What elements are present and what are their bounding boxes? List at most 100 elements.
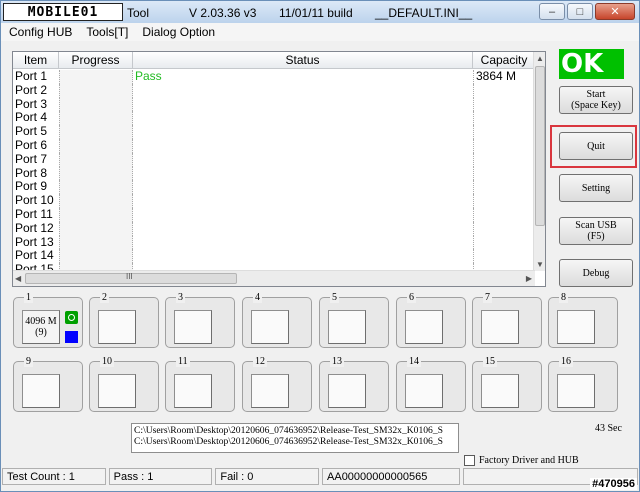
column-status[interactable]: Status bbox=[133, 52, 473, 68]
maximize-button[interactable]: □ bbox=[567, 3, 593, 20]
port-slot[interactable]: 4 bbox=[242, 292, 312, 348]
port-slot[interactable]: 8 bbox=[548, 292, 618, 348]
table-row[interactable]: Port 4 bbox=[13, 110, 535, 126]
debug-button[interactable]: Debug bbox=[559, 259, 633, 287]
column-progress[interactable]: Progress bbox=[59, 52, 133, 68]
status-blue-icon bbox=[65, 331, 78, 343]
setting-button[interactable]: Setting bbox=[559, 174, 633, 202]
port-slot[interactable]: 14 bbox=[396, 356, 466, 412]
port-slot[interactable]: 3 bbox=[165, 292, 235, 348]
factory-driver-option[interactable]: Factory Driver and HUB bbox=[464, 455, 579, 466]
port-drive[interactable] bbox=[481, 310, 519, 344]
port-slot[interactable]: 5 bbox=[319, 292, 389, 348]
port-drive[interactable] bbox=[328, 374, 366, 408]
row-progress bbox=[59, 83, 133, 98]
table-row[interactable]: Port 12 bbox=[13, 221, 535, 236]
port-drive[interactable] bbox=[328, 310, 366, 344]
port-slot[interactable]: 12 bbox=[242, 356, 312, 412]
port-drive[interactable] bbox=[174, 310, 212, 344]
row-item: Port 13 bbox=[15, 234, 54, 249]
table-row[interactable]: Port 11 bbox=[13, 207, 535, 222]
table-row[interactable]: Port 9 bbox=[13, 179, 535, 195]
port-drive[interactable] bbox=[251, 310, 289, 344]
table-row[interactable]: Port 5 bbox=[13, 124, 535, 139]
port-slot[interactable]: 9 bbox=[13, 356, 83, 412]
elapsed-time: 43 Sec bbox=[595, 423, 622, 434]
factory-driver-checkbox[interactable] bbox=[464, 455, 475, 466]
port-drive[interactable]: 4096 M (9) bbox=[22, 310, 60, 344]
table-row[interactable]: Port 1 Pass 3864 M bbox=[13, 69, 535, 84]
list-body: Port 1 Pass 3864 M Port 2 Port 3 Port 4 Port 5… bbox=[13, 69, 535, 277]
horizontal-scrollbar[interactable]: ◀ III ▶ bbox=[13, 270, 535, 286]
quit-button[interactable]: Quit bbox=[559, 132, 633, 160]
row-progress bbox=[59, 249, 133, 264]
port-drive[interactable] bbox=[481, 374, 519, 408]
horizontal-scroll-thumb[interactable]: III bbox=[25, 272, 237, 284]
scan-usb-button[interactable]: Scan USB (F5) bbox=[559, 217, 633, 245]
row-status bbox=[133, 167, 473, 181]
title-build: 11/01/11 build bbox=[279, 6, 353, 20]
menu-config-hub[interactable]: Config HUB bbox=[9, 25, 72, 39]
port-drive[interactable] bbox=[557, 374, 595, 408]
port-slot[interactable]: 1 4096 M (9) bbox=[13, 292, 83, 348]
port-list[interactable]: Item Progress Status Capacity Port 1 Pass… bbox=[12, 51, 546, 287]
column-capacity[interactable]: Capacity bbox=[473, 52, 535, 68]
port-drive[interactable] bbox=[557, 310, 595, 344]
menu-tools[interactable]: Tools[T] bbox=[86, 25, 128, 39]
scroll-down-icon[interactable]: ▼ bbox=[536, 260, 544, 269]
row-item: Port 9 bbox=[15, 179, 48, 194]
port-drive[interactable] bbox=[98, 310, 136, 344]
port-drive[interactable] bbox=[174, 374, 212, 408]
title-bar[interactable]: MOBILE01 Tool V 2.03.36 v3 11/01/11 buil… bbox=[1, 1, 639, 23]
table-row[interactable]: Port 13 bbox=[13, 234, 535, 250]
table-row[interactable]: Port 14 bbox=[13, 248, 535, 264]
port-size: 4096 M bbox=[25, 316, 57, 327]
port-drive[interactable] bbox=[405, 310, 443, 344]
vertical-scrollbar[interactable]: ▲ ▼ bbox=[533, 52, 545, 271]
port-slot[interactable]: 11 bbox=[165, 356, 235, 412]
scroll-left-icon[interactable]: ◀ bbox=[15, 274, 21, 283]
port-slot[interactable]: 13 bbox=[319, 356, 389, 412]
port-slot[interactable]: 6 bbox=[396, 292, 466, 348]
row-item: Port 14 bbox=[15, 248, 54, 263]
table-row[interactable]: Port 10 bbox=[13, 193, 535, 208]
row-capacity bbox=[473, 166, 535, 181]
table-row[interactable]: Port 6 bbox=[13, 138, 535, 153]
table-row[interactable]: Port 2 bbox=[13, 82, 535, 98]
port-number: 11 bbox=[176, 356, 190, 367]
table-row[interactable]: Port 3 bbox=[13, 97, 535, 112]
port-number: 10 bbox=[100, 356, 114, 367]
table-row[interactable]: Port 7 bbox=[13, 152, 535, 167]
scroll-right-icon[interactable]: ▶ bbox=[526, 274, 532, 283]
vertical-scroll-thumb[interactable] bbox=[535, 66, 545, 226]
column-item[interactable]: Item bbox=[13, 52, 59, 68]
row-capacity bbox=[473, 207, 535, 222]
row-item: Port 4 bbox=[15, 110, 48, 125]
path-log[interactable]: C:\Users\Room\Desktop\20120606_074636952… bbox=[131, 423, 459, 453]
port-drive[interactable] bbox=[251, 374, 289, 408]
row-progress bbox=[59, 70, 133, 84]
port-drive[interactable] bbox=[98, 374, 136, 408]
row-status bbox=[133, 84, 473, 98]
window-controls: – □ ✕ bbox=[539, 3, 635, 20]
close-button[interactable]: ✕ bbox=[595, 3, 635, 20]
app-window: MOBILE01 Tool V 2.03.36 v3 11/01/11 buil… bbox=[0, 0, 640, 492]
scroll-up-icon[interactable]: ▲ bbox=[536, 54, 544, 63]
menu-dialog-option[interactable]: Dialog Option bbox=[142, 25, 215, 39]
port-slot[interactable]: 10 bbox=[89, 356, 159, 412]
table-row[interactable]: Port 8 bbox=[13, 166, 535, 181]
port-slot[interactable]: 7 bbox=[472, 292, 542, 348]
port-slot[interactable]: 15 bbox=[472, 356, 542, 412]
row-status bbox=[133, 111, 473, 125]
port-drive[interactable] bbox=[405, 374, 443, 408]
row-item: Port 2 bbox=[15, 82, 48, 97]
port-slot[interactable]: 16 bbox=[548, 356, 618, 412]
menu-bar: Config HUB Tools[T] Dialog Option bbox=[1, 23, 639, 41]
row-progress bbox=[59, 125, 133, 139]
row-capacity: 3864 M bbox=[473, 69, 535, 84]
port-number: 7 bbox=[483, 292, 492, 303]
minimize-button[interactable]: – bbox=[539, 3, 565, 20]
port-drive[interactable] bbox=[22, 374, 60, 408]
start-button[interactable]: Start (Space Key) bbox=[559, 86, 633, 114]
port-slot[interactable]: 2 bbox=[89, 292, 159, 348]
